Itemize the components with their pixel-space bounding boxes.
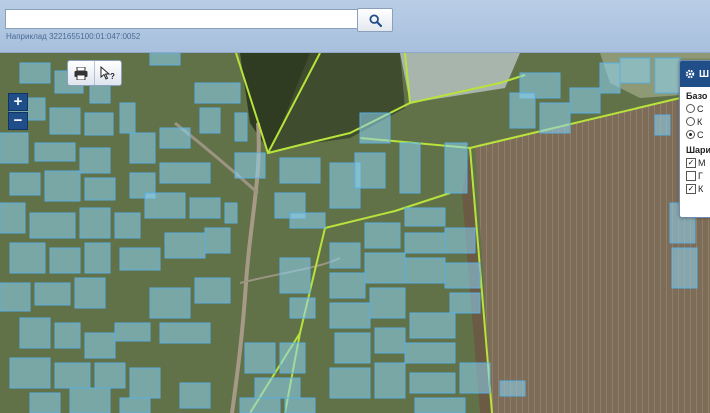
print-icon xyxy=(74,66,88,80)
svg-text:?: ? xyxy=(110,72,115,80)
zoom-control: + − xyxy=(8,93,28,130)
base-layer-option-1[interactable]: С xyxy=(680,102,710,115)
layers-panel-title: Ш xyxy=(699,68,710,80)
base-layers-label: Базо xyxy=(686,91,708,101)
checkbox-checked[interactable]: ✓ xyxy=(686,183,696,194)
search-hint: Наприклад 3221655100:01:047:0052 xyxy=(6,32,141,41)
overlay-layer-option-3[interactable]: ✓ К xyxy=(680,182,710,195)
top-search-bar: Наприклад 3221655100:01:047:0052 xyxy=(0,0,710,53)
base-layer-option-3[interactable]: С xyxy=(680,128,710,141)
gear-icon xyxy=(685,69,695,79)
zoom-out-button[interactable]: − xyxy=(8,112,28,130)
map-canvas[interactable] xyxy=(0,53,710,413)
cadastral-search-input[interactable] xyxy=(5,9,361,29)
overlay-layers-label: Шари xyxy=(686,145,710,155)
search-button[interactable] xyxy=(357,8,393,32)
satellite-map[interactable] xyxy=(0,53,710,413)
print-button[interactable] xyxy=(68,61,94,85)
identify-cursor-icon: ? xyxy=(100,66,115,80)
checkbox-checked[interactable]: ✓ xyxy=(686,157,696,168)
layers-panel-header[interactable]: Ш xyxy=(680,61,710,87)
checkbox[interactable] xyxy=(686,170,696,181)
map-toolbar: ? xyxy=(67,60,122,86)
overlay-layer-option-1[interactable]: ✓ М xyxy=(680,156,710,169)
search-icon xyxy=(368,13,382,27)
identify-button[interactable]: ? xyxy=(94,61,121,85)
base-layer-option-2[interactable]: К xyxy=(680,115,710,128)
layers-panel: Ш Базо С К С Шари ✓ М Г ✓ К xyxy=(679,60,710,218)
radio-button[interactable] xyxy=(686,104,695,113)
radio-button-selected[interactable] xyxy=(686,130,695,139)
zoom-in-button[interactable]: + xyxy=(8,93,28,111)
overlay-layer-option-2[interactable]: Г xyxy=(680,169,710,182)
radio-button[interactable] xyxy=(686,117,695,126)
